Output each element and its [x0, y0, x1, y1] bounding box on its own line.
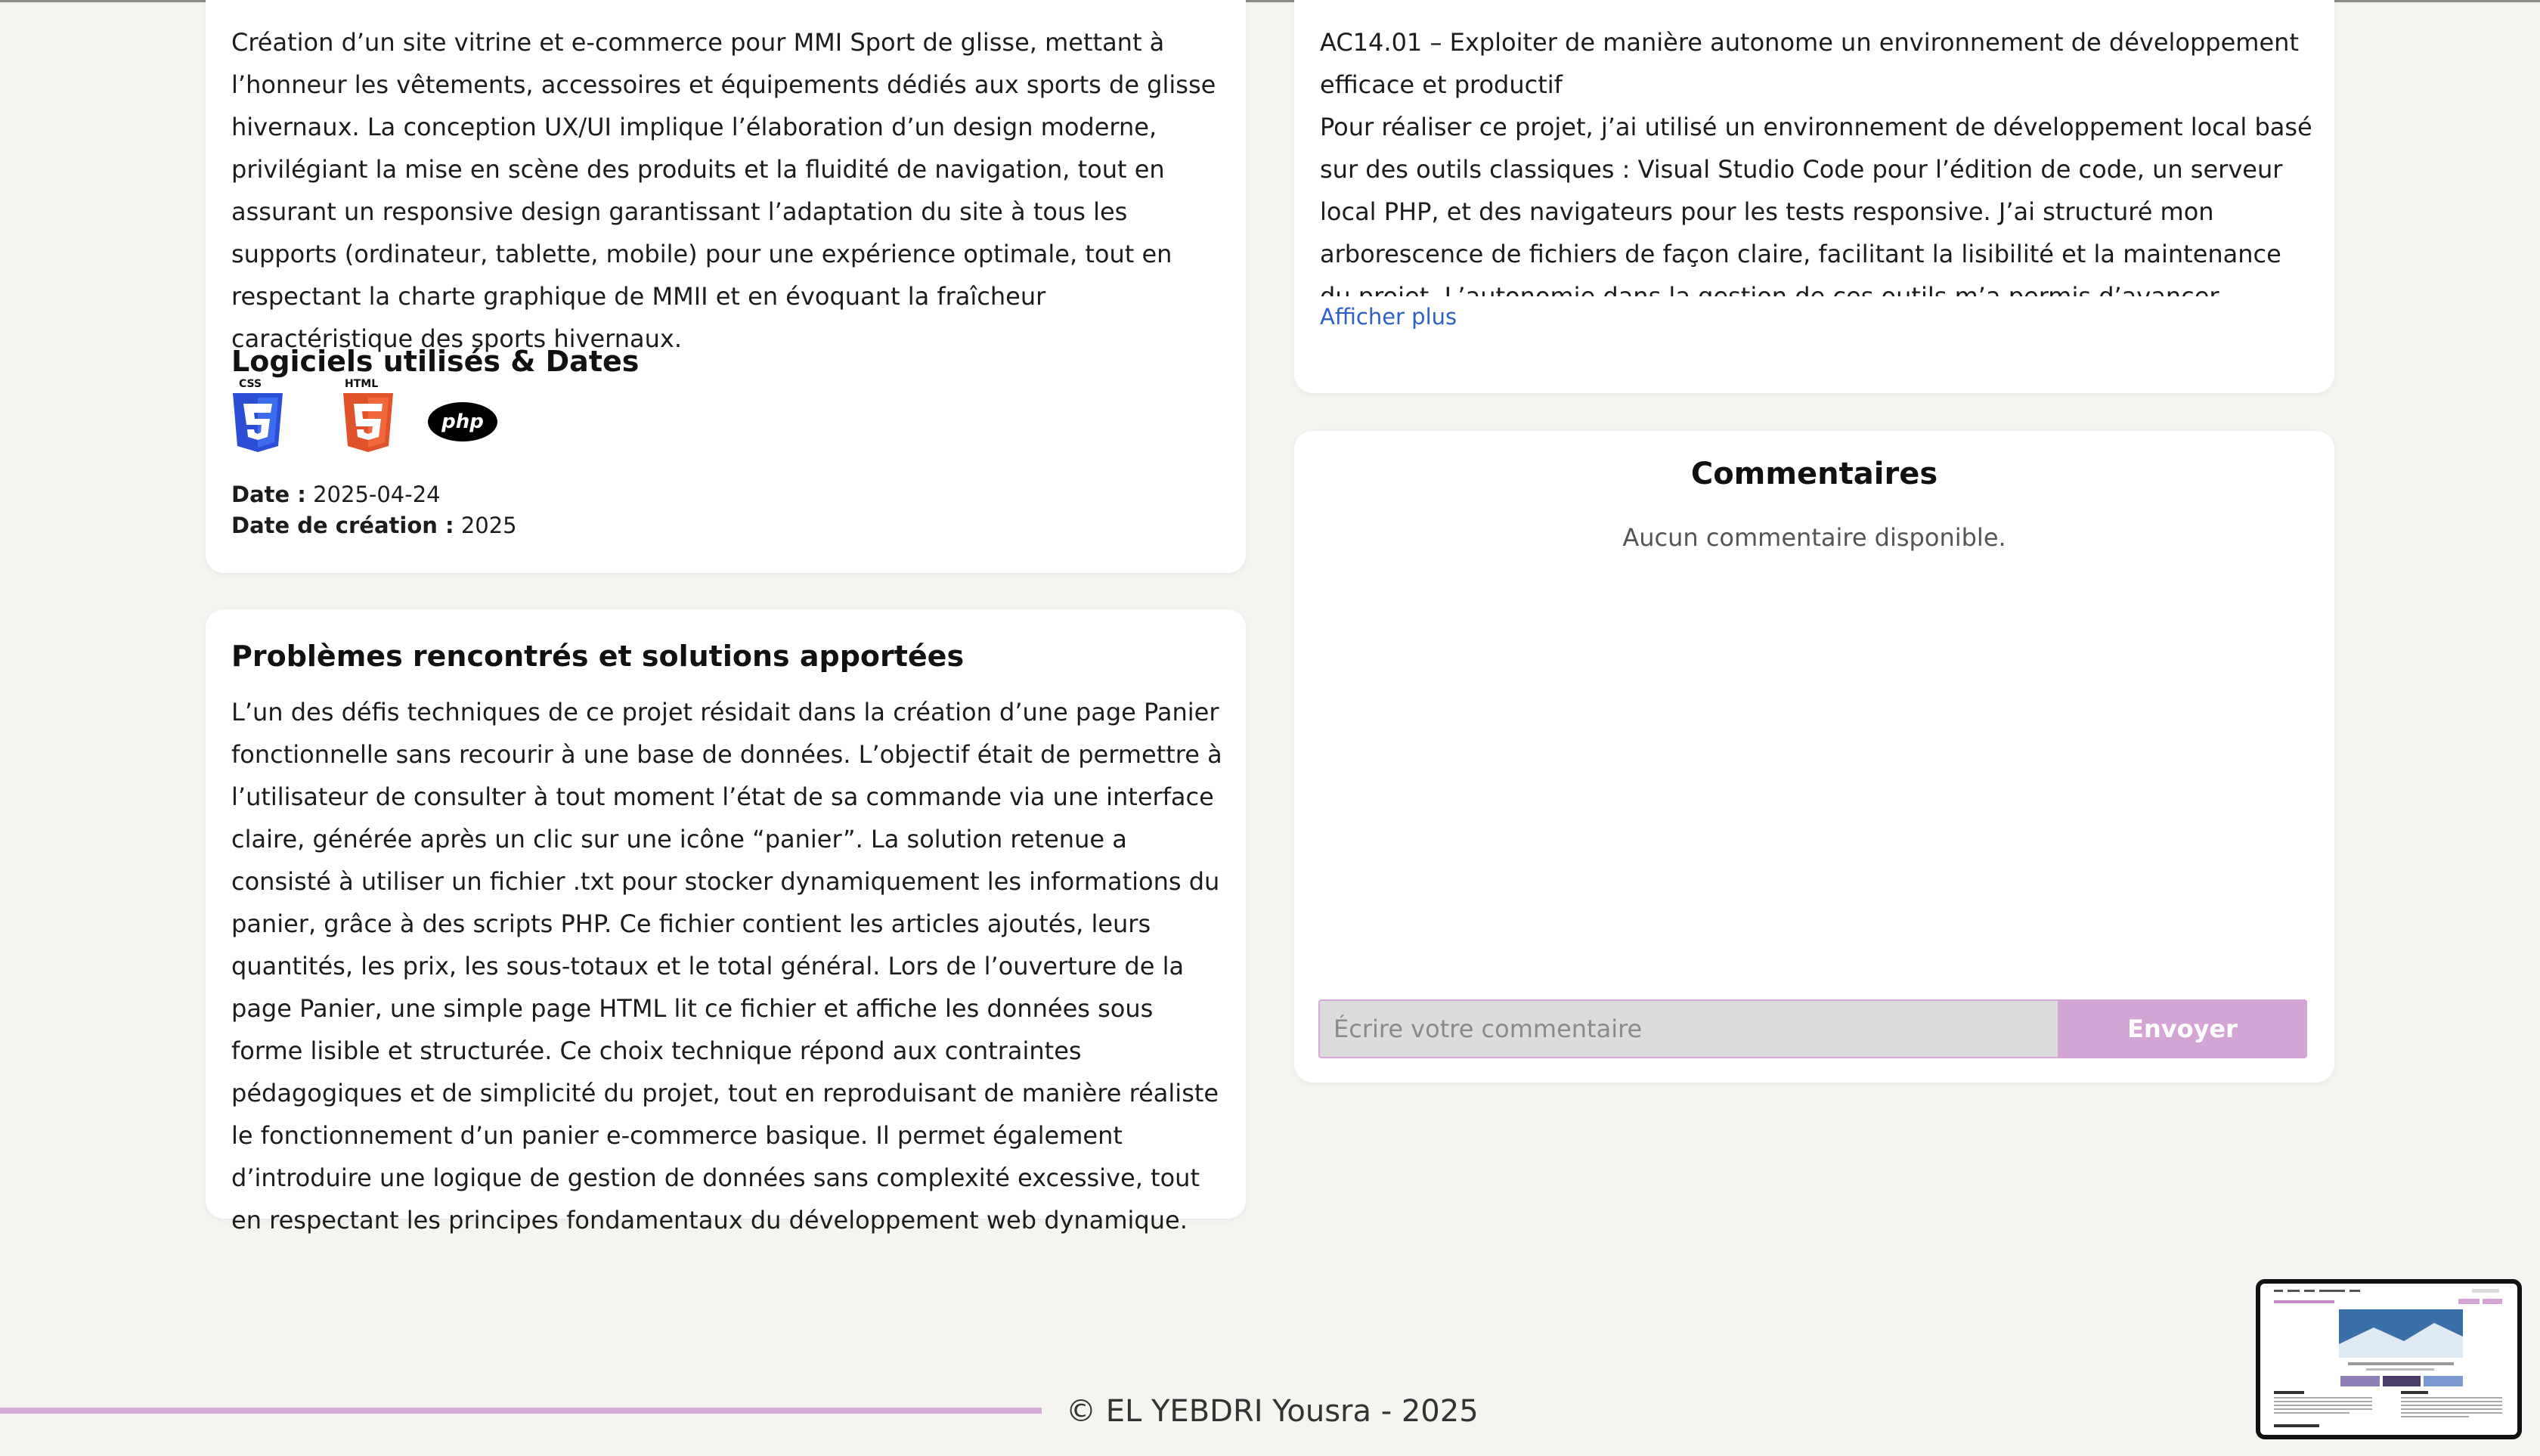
skills-text-clip: AC14.01 – Exploiter de manière autonome …: [1320, 21, 2316, 296]
creation-date-label: Date de création :: [231, 513, 454, 538]
skill-title: AC14.01 – Exploiter de manière autonome …: [1320, 28, 2299, 99]
comment-form: Envoyer: [1318, 999, 2307, 1058]
page-preview-thumbnail[interactable]: [2256, 1279, 2522, 1439]
software-heading: Logiciels utilisés & Dates: [231, 345, 640, 378]
html5-icon: HTML: [340, 376, 396, 458]
problems-heading: Problèmes rencontrés et solutions apport…: [231, 640, 965, 673]
creation-date-line: Date de création : 2025: [231, 510, 517, 541]
skill-text: Pour réaliser ce projet, j’ai utilisé un…: [1320, 113, 2312, 296]
no-comments-text: Aucun commentaire disponible.: [1622, 523, 2006, 552]
comments-card: Commentaires Aucun commentaire disponibl…: [1294, 431, 2334, 1083]
creation-date-value: 2025: [460, 513, 517, 538]
php-icon: php: [426, 401, 499, 446]
date-label: Date :: [231, 482, 306, 507]
send-comment-button[interactable]: Envoyer: [2058, 999, 2307, 1058]
date-value: 2025-04-24: [313, 482, 441, 507]
svg-text:CSS: CSS: [239, 378, 262, 390]
project-description-text: Création d’un site vitrine et e-commerce…: [231, 28, 1216, 353]
svg-text:php: php: [441, 410, 484, 433]
skills-card: AC14.01 – Exploiter de manière autonome …: [1294, 0, 2334, 393]
svg-text:HTML: HTML: [345, 378, 378, 390]
problems-text: L’un des défis techniques de ce projet r…: [231, 698, 1222, 1235]
comments-title: Commentaires: [1690, 457, 1938, 491]
comment-input[interactable]: [1318, 999, 2058, 1058]
css3-icon: CSS: [230, 376, 286, 458]
show-more-link[interactable]: Afficher plus: [1320, 304, 1457, 330]
problems-card: Problèmes rencontrés et solutions apport…: [206, 609, 1246, 1235]
software-logos: CSS HTML php: [230, 376, 499, 458]
project-description-card: Création d’un site vitrine et e-commerce…: [206, 0, 1246, 573]
page-preview-image: [2260, 1284, 2517, 1435]
footer-copyright: © EL YEBDRI Yousra - 2025: [1066, 1394, 1479, 1429]
footer-divider: [0, 1408, 1042, 1414]
date-line: Date : 2025-04-24: [231, 479, 441, 510]
